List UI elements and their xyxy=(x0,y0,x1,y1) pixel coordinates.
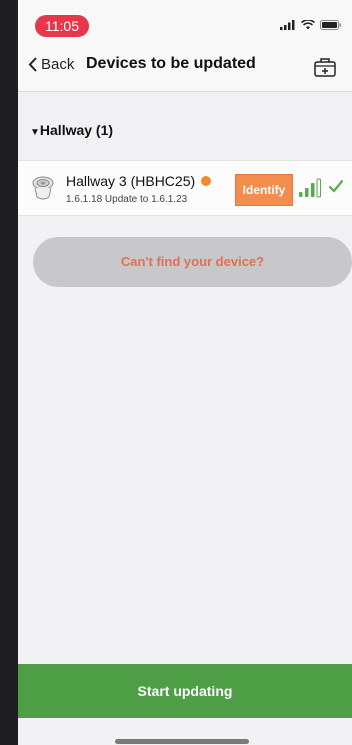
status-icons xyxy=(280,20,342,30)
status-dot xyxy=(201,176,212,186)
update-version-text: 1.6.1.18 Update to 1.6.1.23 xyxy=(66,194,188,205)
device-name: Hallway 3 (HBHC25) xyxy=(66,173,212,189)
signal-icon xyxy=(280,20,295,30)
device-row[interactable]: Hallway 3 (HBHC25) 1.6.1.18 Update to 1.… xyxy=(18,160,352,216)
status-time: 11:05 xyxy=(35,15,89,37)
sensor-device-icon xyxy=(32,176,54,200)
group-label: ▼Hallway (1) xyxy=(30,122,114,138)
chevron-left-icon xyxy=(28,57,37,72)
navigation-bar: Back Devices to be updated xyxy=(18,40,352,92)
signal-strength-icon xyxy=(299,178,321,198)
battery-icon xyxy=(320,20,341,30)
wifi-icon xyxy=(301,20,315,30)
group-header[interactable]: ▼Hallway (1) xyxy=(18,92,352,160)
check-icon xyxy=(328,179,344,193)
identify-button[interactable]: Identify xyxy=(235,174,293,206)
back-button[interactable]: Back xyxy=(28,56,74,73)
back-label: Back xyxy=(41,56,75,73)
phone-screen: 11:05 Back Devices to be updated ▼Hallwa… xyxy=(18,0,352,745)
page-title: Devices to be updated xyxy=(86,55,256,72)
start-updating-button[interactable]: Start updating xyxy=(18,664,352,718)
cant-find-device-button[interactable]: Can't find your device? xyxy=(33,237,352,287)
add-device-icon[interactable] xyxy=(314,57,336,77)
caret-down-icon: ▼ xyxy=(30,127,40,138)
status-bar: 11:05 xyxy=(18,0,352,40)
home-indicator xyxy=(115,739,249,744)
